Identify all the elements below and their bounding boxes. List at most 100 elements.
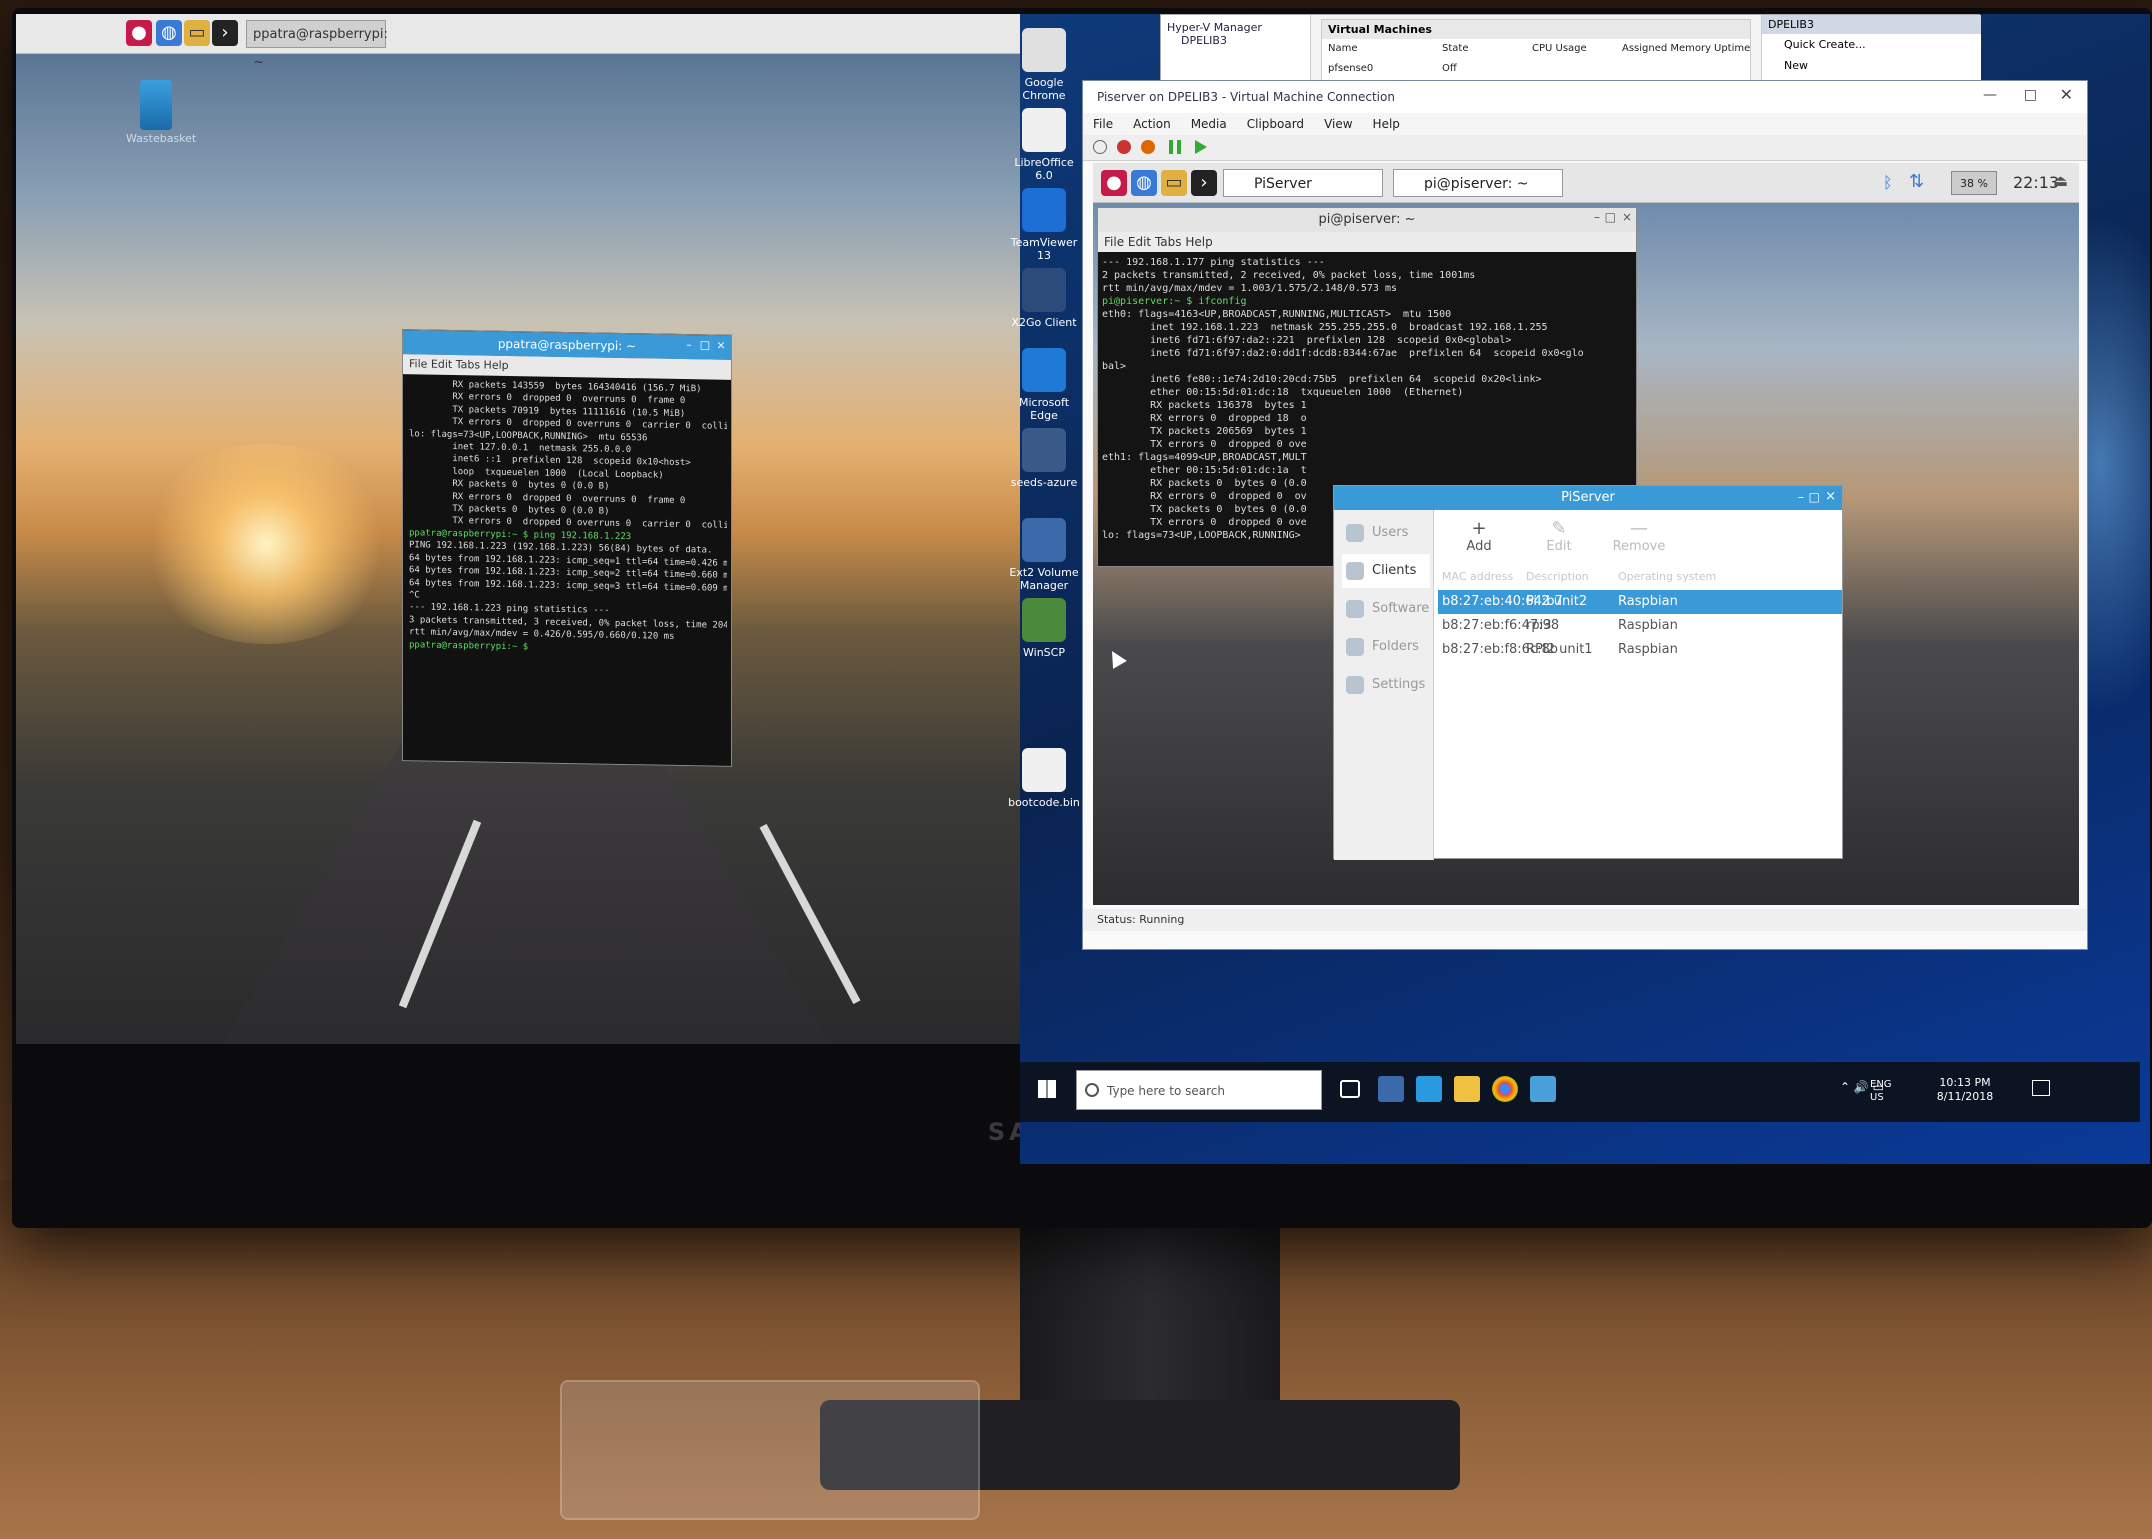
terminal-icon[interactable]: › <box>1191 170 1217 196</box>
sidebar-item-label: Settings <box>1372 677 1426 692</box>
desktop-icon-label: Ext2 Volume Manager <box>1009 566 1079 592</box>
menu-item[interactable]: Clipboard <box>1237 117 1314 131</box>
taskbar-clock[interactable]: 10:13 PM 8/11/2018 <box>1920 1076 2010 1104</box>
vm-connect-taskbar-icon[interactable] <box>1416 1076 1442 1102</box>
maximize-icon[interactable]: □ <box>2024 87 2037 103</box>
close-icon[interactable]: ✕ <box>2060 85 2073 104</box>
vm-connection-window[interactable]: Piserver on DPELIB3 - Virtual Machine Co… <box>1082 80 2088 950</box>
eject-icon[interactable]: ⏏ <box>2053 171 2068 190</box>
vm-column-header[interactable]: CPU Usage <box>1532 43 1587 54</box>
desktop-icon[interactable]: TeamViewer 13 <box>1004 188 1084 262</box>
start-icon[interactable] <box>1195 140 1207 154</box>
network-app-icon[interactable] <box>1530 1076 1556 1102</box>
hyperv-tree-root[interactable]: Hyper-V Manager <box>1167 21 1304 34</box>
vm-columns: Name State CPU Usage Assigned Memory Uptime <box>1322 39 1750 61</box>
sidebar-item-users[interactable]: Users <box>1342 516 1430 550</box>
minimize-icon[interactable]: – <box>683 338 695 351</box>
pause-icon[interactable] <box>1169 140 1181 154</box>
ctrl-alt-del-icon[interactable] <box>1093 140 1107 154</box>
notification-icon[interactable] <box>2032 1080 2050 1096</box>
close-icon[interactable]: × <box>715 339 727 352</box>
close-icon[interactable]: × <box>1622 210 1632 224</box>
table-row[interactable]: b8:27:eb:f8:6c:8b RPI2 unit1 Raspbian <box>1438 638 1842 662</box>
hyperv-tree-host[interactable]: DPELIB3 <box>1167 34 1304 47</box>
turn-off-icon[interactable] <box>1117 140 1131 154</box>
desktop-icon-image <box>1022 428 1066 472</box>
desktop-icon[interactable]: bootcode.bin <box>1004 748 1084 809</box>
desktop-icon[interactable]: LibreOffice 6.0 <box>1004 108 1084 182</box>
desktop-icon[interactable]: Google Chrome <box>1004 28 1084 102</box>
terminal-icon[interactable]: › <box>212 20 238 46</box>
browser-icon[interactable]: ◍ <box>156 20 182 46</box>
maximize-icon[interactable]: □ <box>699 338 711 351</box>
start-icon[interactable] <box>1038 1080 1056 1098</box>
wastebasket-icon[interactable] <box>140 80 172 130</box>
vm-column-header[interactable]: Uptime <box>1714 43 1750 54</box>
edit-button[interactable]: ✎ Edit <box>1524 518 1594 554</box>
remove-button[interactable]: — Remove <box>1604 518 1674 554</box>
browser-icon[interactable]: ◍ <box>1131 170 1157 196</box>
file-manager-icon[interactable]: ▭ <box>1161 170 1187 196</box>
guest-task-terminal[interactable]: pi@piserver: ~ <box>1393 169 1563 197</box>
piserver-window[interactable]: PiServer – □ × Users Clients Software Folde… <box>1333 485 1843 860</box>
task-view-icon[interactable] <box>1340 1080 1360 1098</box>
terminal-line: rtt min/avg/max/mdev = 1.003/1.575/2.148… <box>1102 283 1398 294</box>
sidebar-item-settings[interactable]: Settings <box>1342 668 1430 702</box>
add-button[interactable]: + Add <box>1444 518 1514 554</box>
chrome-icon[interactable] <box>1492 1076 1518 1102</box>
minimize-icon[interactable]: – <box>1594 210 1600 224</box>
vm-row[interactable]: pfsense0 Off <box>1322 61 1752 79</box>
table-cell: Raspbian <box>1618 642 1678 657</box>
column-header[interactable]: Operating system <box>1618 570 1716 588</box>
action-item[interactable]: New <box>1762 55 1981 76</box>
menu-item[interactable]: View <box>1314 117 1362 131</box>
vm-status-bar: Status: Running <box>1083 909 2087 931</box>
sidebar-item-clients[interactable]: Clients <box>1342 554 1430 588</box>
guest-task-piserver[interactable]: PiServer <box>1223 169 1383 197</box>
clock-date: 8/11/2018 <box>1936 1090 1994 1103</box>
desktop-icon[interactable]: WinSCP <box>1004 598 1084 659</box>
desktop-icon[interactable]: Microsoft Edge <box>1004 348 1084 422</box>
guest-terminal-menu[interactable]: File Edit Tabs Help <box>1098 232 1636 252</box>
minimize-icon[interactable]: – <box>1798 490 1804 504</box>
file-manager-icon[interactable]: ▭ <box>184 20 210 46</box>
menu-item[interactable]: Action <box>1123 117 1181 131</box>
column-header[interactable]: MAC address <box>1442 570 1513 588</box>
sidebar-item-software[interactable]: Software <box>1342 592 1430 626</box>
menu-item[interactable]: Help <box>1363 117 1410 131</box>
left-terminal-window[interactable]: ppatra@raspberrypi: ~ – □ × File Edit Ta… <box>402 329 732 767</box>
table-row[interactable]: b8:27:eb:f6:47:98 rpi3 Raspbian <box>1438 614 1842 638</box>
file-explorer-icon[interactable] <box>1454 1076 1480 1102</box>
table-row[interactable]: b8:27:eb:40:64:b7 Pi 2 unit2 Raspbian <box>1438 590 1842 614</box>
shutdown-icon[interactable] <box>1141 140 1155 154</box>
desktop-icon[interactable]: Ext2 Volume Manager <box>1004 518 1084 592</box>
action-item[interactable]: Quick Create... <box>1762 34 1981 55</box>
network-icon[interactable]: ⇅ <box>1909 171 1924 192</box>
search-box[interactable]: Type here to search <box>1076 1070 1322 1110</box>
desktop-icon[interactable]: seeds-azure <box>1004 428 1084 489</box>
terminal-line: TX packets 206569 bytes 1 <box>1102 426 1307 437</box>
vm-column-header[interactable]: State <box>1442 43 1468 54</box>
desktop-icon[interactable]: X2Go Client <box>1004 268 1084 329</box>
maximize-icon[interactable]: □ <box>1605 210 1616 224</box>
vm-column-header[interactable]: Name <box>1328 43 1358 54</box>
minimize-icon[interactable]: — <box>1983 87 1997 103</box>
terminal-line: inet 192.168.1.223 netmask 255.255.255.0… <box>1102 322 1548 333</box>
menu-item[interactable]: File <box>1083 117 1123 131</box>
left-terminal-output[interactable]: RX packets 143559 bytes 164340416 (156.7… <box>409 378 727 764</box>
raspberry-menu-icon[interactable]: ● <box>126 20 152 46</box>
maximize-icon[interactable]: □ <box>1809 490 1820 504</box>
close-icon[interactable]: × <box>1825 489 1836 504</box>
desktop-icon-label: Microsoft Edge <box>1018 396 1070 422</box>
taskbar-terminal-task[interactable]: ppatra@raspberrypi: ~ <box>246 20 388 70</box>
menu-item[interactable]: Media <box>1181 117 1237 131</box>
raspberry-menu-icon[interactable]: ● <box>1101 170 1127 196</box>
terminal-line: TX errors 0 dropped 0 ove <box>1102 439 1307 450</box>
bluetooth-icon[interactable]: ᛒ <box>1883 173 1893 192</box>
language-code: ENG <box>1870 1079 1892 1090</box>
vm-column-header[interactable]: Assigned Memory <box>1622 43 1711 54</box>
sidebar-item-folders[interactable]: Folders <box>1342 630 1430 664</box>
column-header[interactable]: Description <box>1526 570 1589 588</box>
hyperv-taskbar-icon[interactable] <box>1378 1076 1404 1102</box>
language-indicator[interactable]: ENG US <box>1870 1078 1892 1104</box>
